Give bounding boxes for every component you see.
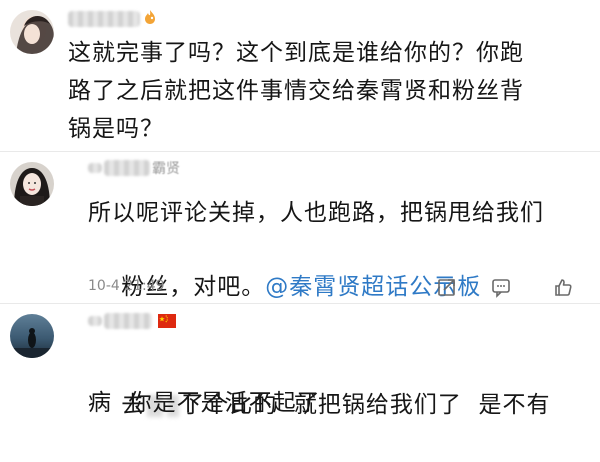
comment-text-line: 所以呢评论关掉，人也跑路，把锅甩给我们 (88, 200, 544, 226)
avatar[interactable] (10, 10, 54, 54)
username[interactable] (68, 8, 158, 30)
comment-2: 霸贤 所以呢评论关掉，人也跑路，把锅甩给我们 粉丝，对吧。@秦霄贤超话公示板 1… (0, 152, 600, 304)
comment-text-line: 路了之后就把这件事情交给秦霄贤和粉丝背 (68, 78, 524, 104)
username-redacted (88, 316, 102, 326)
avatar-image (10, 314, 54, 358)
avatar[interactable] (10, 314, 54, 358)
username[interactable]: 霸贤 (88, 157, 180, 179)
comment-text-line: 锅是吗？ (68, 116, 164, 142)
like-icon[interactable] (552, 276, 574, 298)
avatar-image (10, 162, 54, 206)
username-redacted (104, 160, 150, 176)
avatar-image (10, 10, 54, 54)
share-icon[interactable] (436, 276, 458, 298)
china-flag-icon (158, 314, 176, 328)
comment-text-line: 这就完事了吗？这个到底是谁给你的？你跑 (68, 40, 524, 66)
username-redacted (88, 163, 102, 173)
username-redacted (68, 11, 140, 27)
timestamp: 10-4 21:49 (88, 278, 165, 294)
comment-text-line: 病 你是不是活不起了 (88, 390, 321, 416)
comment-1: 这就完事了吗？这个到底是谁给你的？你跑 路了之后就把这件事情交给秦霄贤和粉丝背 … (0, 0, 600, 150)
comment-3: 去了个比的 就把锅给我们了 是不有 病 你是不是活不起了 (0, 304, 600, 432)
username[interactable] (88, 310, 176, 332)
fire-emoji-icon (142, 9, 158, 29)
username-redacted (104, 313, 152, 329)
avatar[interactable] (10, 162, 54, 206)
comment-icon[interactable] (490, 276, 512, 298)
username-suffix: 霸贤 (152, 161, 180, 177)
